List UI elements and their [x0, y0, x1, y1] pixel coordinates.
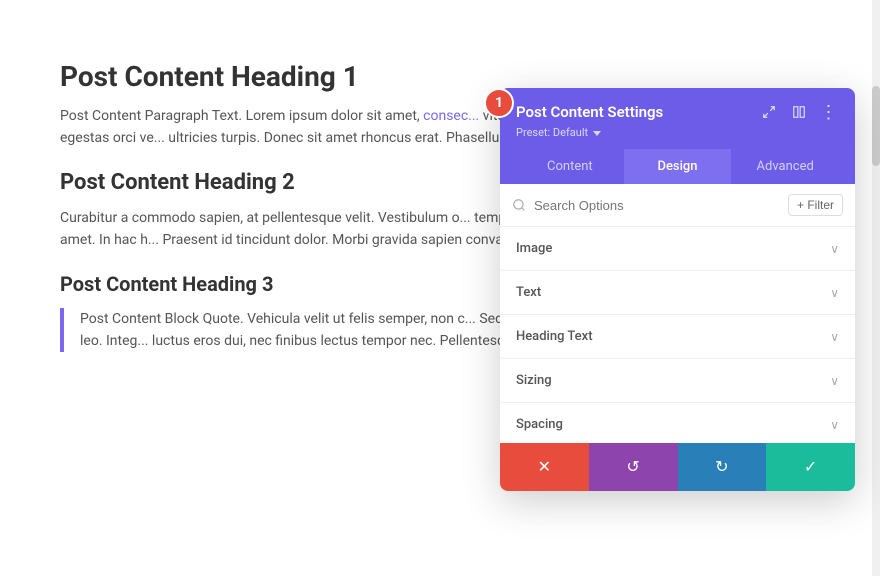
panel-header-icons: ⋮ [759, 102, 839, 122]
panel-search-row: + Filter [500, 184, 855, 227]
cancel-button[interactable]: ✕ [500, 443, 589, 491]
accordion-text: Text ∨ [500, 271, 855, 315]
panel-header-top: Post Content Settings ⋮ [516, 102, 839, 122]
accordion-sizing-chevron: ∨ [830, 374, 839, 388]
accordion-heading-text: Heading Text ∨ [500, 315, 855, 359]
accordion-sizing-header[interactable]: Sizing ∨ [500, 359, 855, 402]
tab-design[interactable]: Design [624, 149, 732, 184]
panel-preset[interactable]: Preset: Default [516, 126, 839, 139]
columns-icon[interactable] [789, 102, 809, 122]
accordion-sizing: Sizing ∨ [500, 359, 855, 403]
action-bar: ✕ ↺ ↻ ✓ [500, 443, 855, 491]
save-icon: ✓ [804, 457, 817, 477]
accordion-heading-text-chevron: ∨ [830, 330, 839, 344]
accordion-image-label: Image [516, 241, 552, 256]
redo-icon: ↻ [715, 457, 728, 477]
accordion-text-label: Text [516, 285, 541, 300]
panel-tabs: Content Design Advanced [516, 149, 839, 184]
tab-content[interactable]: Content [516, 149, 624, 184]
undo-icon: ↺ [626, 457, 639, 477]
accordion-image: Image ∨ [500, 227, 855, 271]
cancel-icon: ✕ [538, 457, 551, 477]
search-icon [512, 198, 526, 212]
panel-header: Post Content Settings ⋮ [500, 88, 855, 184]
accordion-spacing: Spacing ∨ [500, 403, 855, 447]
more-icon[interactable]: ⋮ [819, 102, 839, 122]
accordion-image-chevron: ∨ [830, 242, 839, 256]
accordion-heading-text-label: Heading Text [516, 329, 593, 344]
accordion-sizing-label: Sizing [516, 373, 552, 388]
panel-title: Post Content Settings [516, 103, 663, 121]
main-scroll-thumb[interactable] [872, 86, 880, 166]
settings-panel: Post Content Settings ⋮ [500, 88, 855, 491]
tab-advanced[interactable]: Advanced [731, 149, 839, 184]
step-badge: 1 [484, 88, 514, 118]
accordion-spacing-chevron: ∨ [830, 418, 839, 432]
accordion-image-header[interactable]: Image ∨ [500, 227, 855, 270]
accordion-spacing-label: Spacing [516, 417, 563, 432]
accordion-text-chevron: ∨ [830, 286, 839, 300]
filter-button[interactable]: + Filter [788, 194, 843, 216]
paragraph-link[interactable]: consec... [423, 108, 479, 124]
search-input[interactable] [534, 198, 780, 213]
undo-button[interactable]: ↺ [589, 443, 678, 491]
resize-icon[interactable] [759, 102, 779, 122]
redo-button[interactable]: ↻ [678, 443, 767, 491]
accordion-text-header[interactable]: Text ∨ [500, 271, 855, 314]
accordion-spacing-header[interactable]: Spacing ∨ [500, 403, 855, 446]
accordion-heading-text-header[interactable]: Heading Text ∨ [500, 315, 855, 358]
main-scrollbar[interactable] [872, 0, 880, 576]
save-button[interactable]: ✓ [766, 443, 855, 491]
